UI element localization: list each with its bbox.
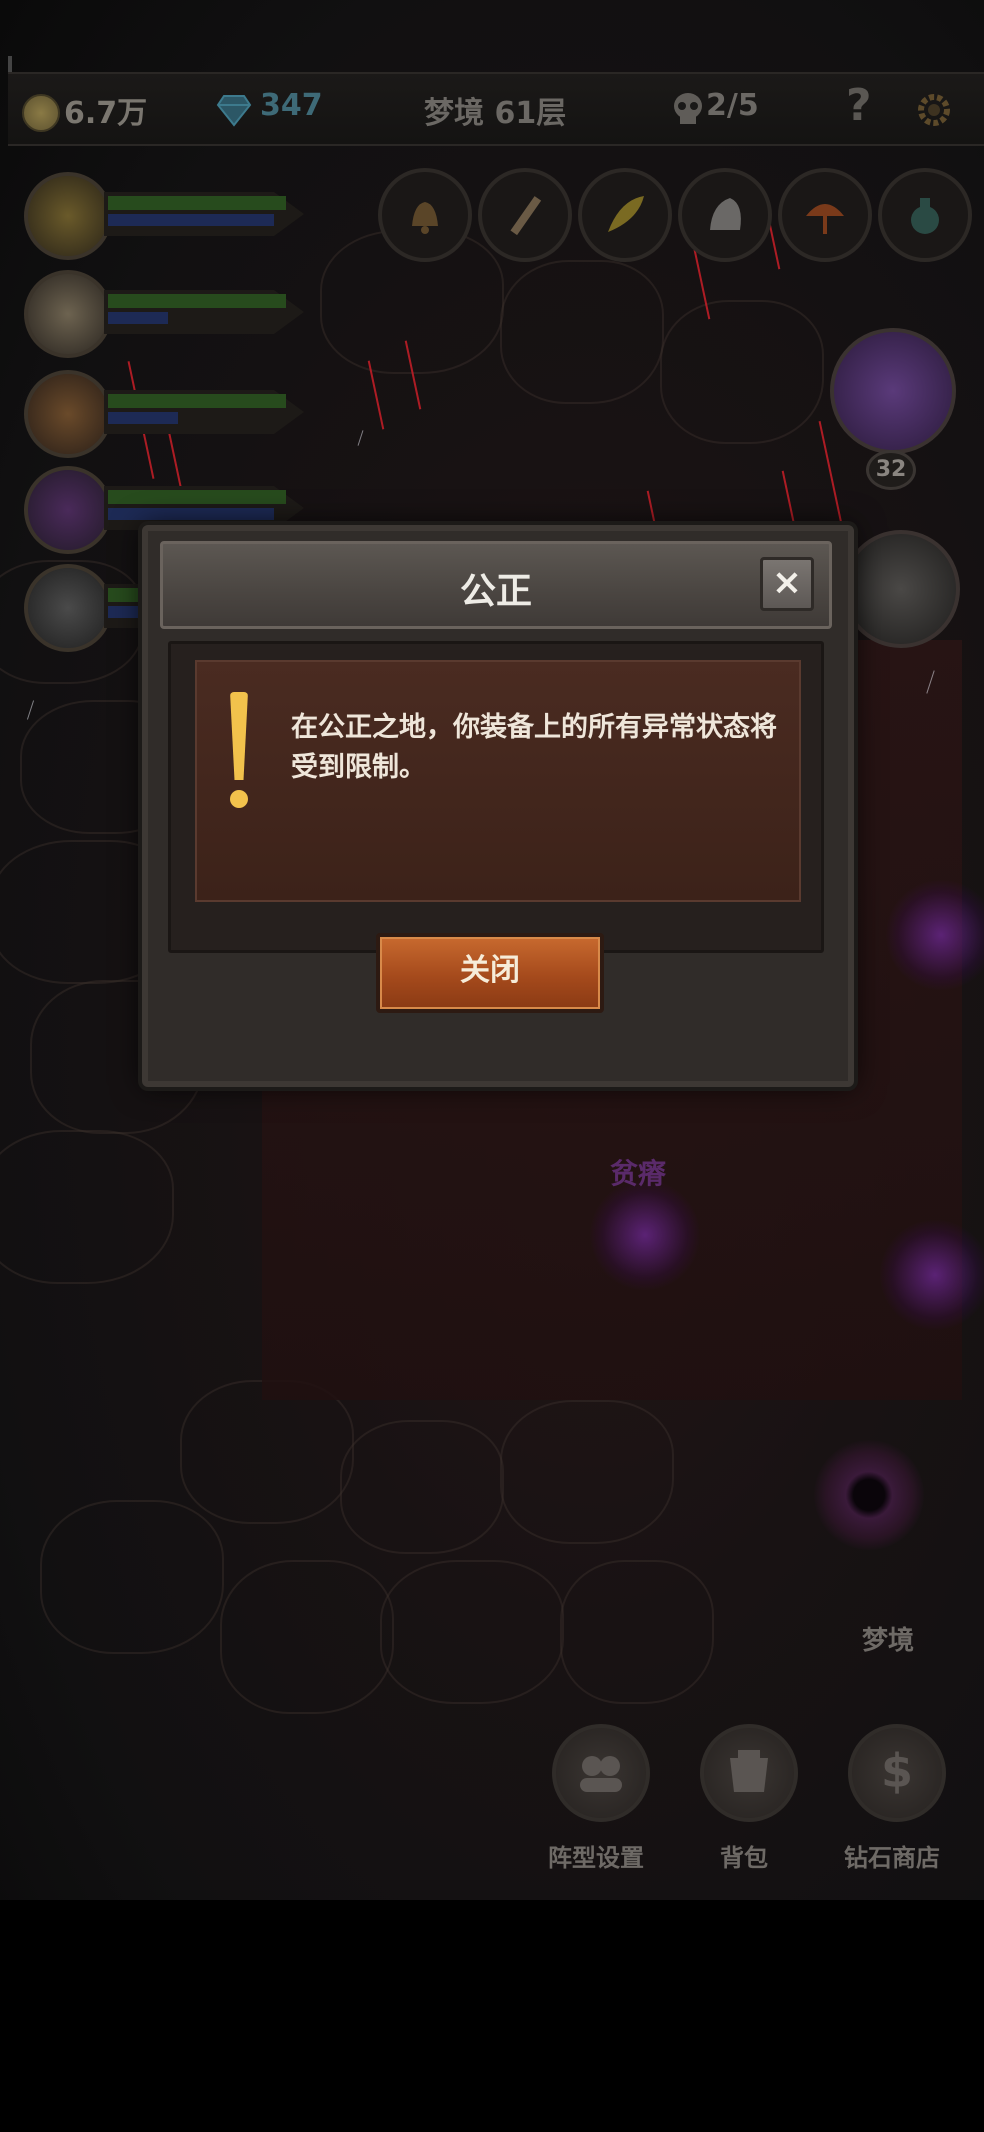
dialog-header: 公正 bbox=[160, 541, 832, 629]
hero-mp-bar bbox=[108, 412, 178, 424]
help-button[interactable]: ? bbox=[846, 80, 872, 131]
hero-avatar bbox=[24, 172, 112, 260]
hero-avatar bbox=[24, 370, 112, 458]
gold-amount: 6.7万 bbox=[64, 96, 148, 131]
boss-level-badge: 32 bbox=[866, 450, 916, 490]
diamond-shop-button[interactable]: $ bbox=[848, 1724, 946, 1822]
rule-dialog: 公正 × 在公正之地，你装备上的所有异常状态将受到限制。 关闭 bbox=[142, 525, 854, 1087]
diamond-shop-label: 钻石商店 bbox=[844, 1844, 940, 1872]
flute-icon bbox=[510, 196, 542, 236]
dialog-title: 公正 bbox=[459, 571, 532, 612]
hero-slot-2[interactable] bbox=[24, 270, 324, 360]
relic-slot-feather[interactable] bbox=[578, 168, 672, 262]
top-status-bar: 6.7万 347 梦境 61层 2/5 ? bbox=[8, 72, 984, 146]
dream-portal-label: 梦境 bbox=[862, 1626, 915, 1656]
hero-avatar bbox=[24, 564, 112, 652]
feather-icon bbox=[608, 196, 644, 232]
close-button[interactable]: 关闭 bbox=[376, 933, 604, 1013]
formation-button[interactable] bbox=[552, 1724, 650, 1822]
dialog-message: 在公正之地，你装备上的所有异常状态将受到限制。 bbox=[291, 712, 777, 783]
map-node-glow bbox=[590, 1180, 700, 1290]
hero-mp-bar bbox=[108, 214, 274, 226]
hero-avatar bbox=[24, 466, 112, 554]
dialog-body: 在公正之地，你装备上的所有异常状态将受到限制。 bbox=[168, 641, 824, 953]
hero-hp-bar bbox=[108, 394, 286, 408]
bell-icon bbox=[412, 202, 438, 234]
settings-gear-icon[interactable] bbox=[914, 90, 954, 130]
close-icon[interactable]: × bbox=[760, 557, 814, 611]
bag-label: 背包 bbox=[720, 1844, 768, 1872]
warning-exclamation-icon bbox=[227, 692, 251, 812]
map-node-glow bbox=[880, 1220, 984, 1330]
hero-slot-1[interactable] bbox=[24, 172, 324, 262]
boss-portrait[interactable] bbox=[830, 328, 956, 454]
diamond-icon bbox=[216, 95, 252, 127]
formation-label: 阵型设置 bbox=[548, 1844, 644, 1872]
relic-slot-beast[interactable] bbox=[678, 168, 772, 262]
next-enemy-portrait[interactable] bbox=[842, 530, 960, 648]
dollar-icon: $ bbox=[880, 1744, 913, 1798]
kill-counter: 2/5 bbox=[706, 88, 759, 123]
map-node-label: 贫瘠 bbox=[610, 1157, 667, 1190]
hero-mp-bar bbox=[108, 508, 274, 520]
hero-hp-bar bbox=[108, 196, 286, 210]
hero-mp-bar bbox=[108, 312, 168, 324]
hero-avatar bbox=[24, 270, 112, 358]
party-icon bbox=[580, 1756, 622, 1792]
umbrella-icon bbox=[806, 204, 844, 234]
relic-slot-potion[interactable] bbox=[878, 168, 972, 262]
diamond-amount: 347 bbox=[260, 88, 323, 123]
hero-hp-bar bbox=[108, 490, 286, 504]
dream-portal[interactable] bbox=[814, 1440, 924, 1550]
beast-head-icon bbox=[710, 198, 741, 230]
relic-slot-bell[interactable] bbox=[378, 168, 472, 262]
bag-icon bbox=[730, 1750, 768, 1792]
hero-hp-bar bbox=[108, 294, 286, 308]
bag-button[interactable] bbox=[700, 1724, 798, 1822]
gold-coin-icon bbox=[22, 94, 60, 132]
skull-icon bbox=[674, 93, 702, 124]
relic-slot-umbrella[interactable] bbox=[778, 168, 872, 262]
relic-slot-flute[interactable] bbox=[478, 168, 572, 262]
hero-slot-3[interactable] bbox=[24, 370, 324, 460]
dream-floor-label: 梦境 61层 bbox=[424, 96, 567, 131]
potion-icon bbox=[911, 198, 939, 234]
message-panel: 在公正之地，你装备上的所有异常状态将受到限制。 bbox=[195, 660, 801, 902]
